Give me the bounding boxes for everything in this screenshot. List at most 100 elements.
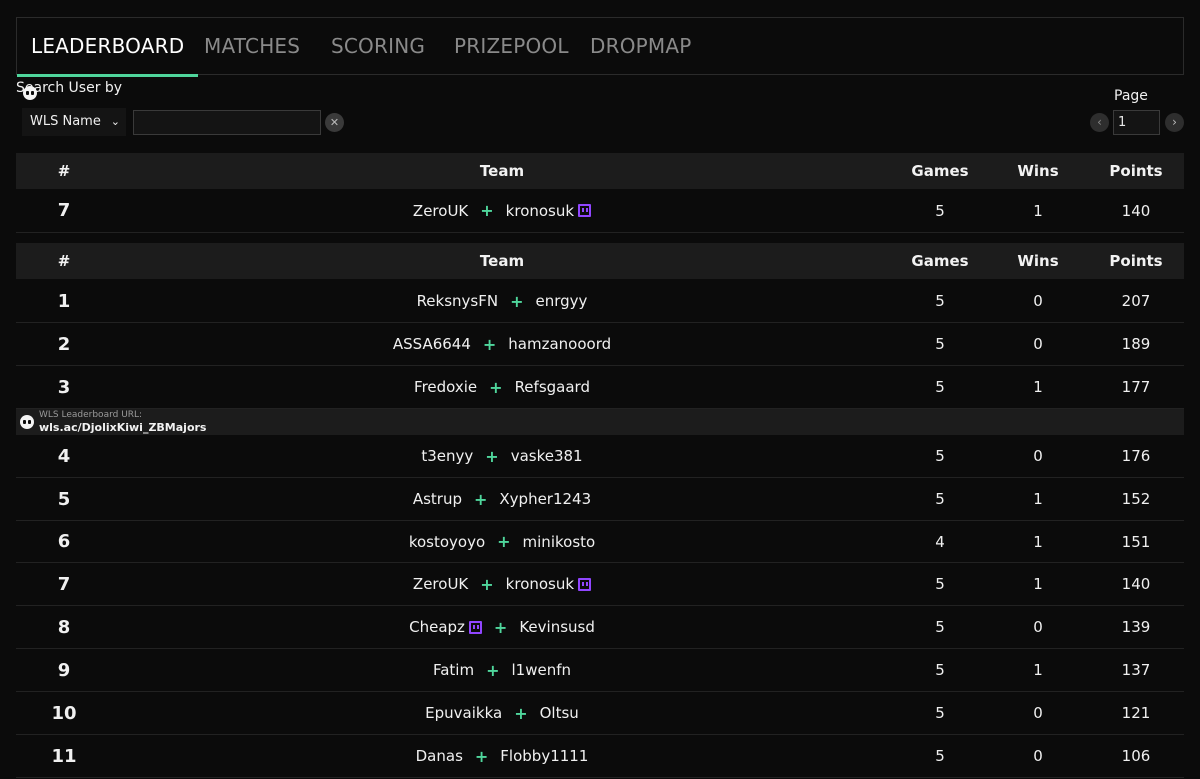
player-name[interactable]: l1wenfn xyxy=(512,661,572,679)
player-name[interactable]: ZeroUK xyxy=(413,575,468,593)
player-name[interactable]: Epuvaikka xyxy=(425,704,502,722)
wins-cell: 1 xyxy=(1033,575,1043,593)
plus-icon: + xyxy=(493,617,508,637)
table-row[interactable]: 11 Danas + Flobby1111 5 0 106 xyxy=(16,735,1184,778)
player-name[interactable]: ReksnysFN xyxy=(417,292,499,310)
rank-cell: 3 xyxy=(57,376,71,398)
rank-cell: 8 xyxy=(57,616,71,638)
wins-cell: 0 xyxy=(1033,704,1043,722)
player-name[interactable]: kronosuk xyxy=(506,575,574,593)
table-row[interactable]: 5 Astrup + Xypher1243 5 1 152 xyxy=(16,478,1184,521)
plus-icon: + xyxy=(473,489,488,509)
tab-matches[interactable]: MATCHES xyxy=(204,18,300,75)
player-name[interactable]: Refsgaard xyxy=(515,378,590,396)
table-row[interactable]: 7 ZeroUK + kronosuk 5 1 140 xyxy=(16,563,1184,606)
table-row[interactable]: 3 Fredoxie + Refsgaard 5 1 177 xyxy=(16,366,1184,409)
games-cell: 4 xyxy=(935,532,945,551)
points-cell: 121 xyxy=(1121,704,1151,722)
points-cell: 151 xyxy=(1121,532,1151,551)
header-team: Team xyxy=(479,162,525,180)
player-name[interactable]: enrgyy xyxy=(536,292,588,310)
tab-dropmap[interactable]: DROPMAP xyxy=(590,18,692,75)
games-cell: 5 xyxy=(935,575,945,593)
player-name[interactable]: ZeroUK xyxy=(413,202,468,220)
header-games: Games xyxy=(911,252,969,270)
player-name[interactable]: Danas xyxy=(416,747,463,765)
team-cell: t3enyy + vaske381 xyxy=(112,435,892,477)
player-name[interactable]: ASSA6644 xyxy=(393,335,471,353)
header-rank: # xyxy=(57,162,71,180)
table-row[interactable]: 6 kostoyoyo + minikosto 4 1 151 xyxy=(16,521,1184,563)
player-name[interactable]: hamzanooord xyxy=(508,335,611,353)
team-cell: Epuvaikka + Oltsu xyxy=(112,692,892,734)
table-row[interactable]: 1 ReksnysFN + enrgyy 5 0 207 xyxy=(16,280,1184,323)
table-row[interactable]: 7 ZeroUK + kronosuk 5 1 140 xyxy=(16,189,1184,233)
leaderboard-url-banner: WLS Leaderboard URL: wls.ac/DjolixKiwi_Z… xyxy=(16,409,1184,435)
clear-search-button[interactable]: ✕ xyxy=(325,113,344,132)
table-header: # Team Games Wins Points xyxy=(16,153,1184,189)
player-name[interactable]: kostoyoyo xyxy=(409,533,485,551)
wins-cell: 0 xyxy=(1033,447,1043,465)
points-cell: 140 xyxy=(1121,201,1151,220)
rank-cell: 11 xyxy=(51,745,77,767)
header-wins: Wins xyxy=(1017,162,1059,180)
games-cell: 5 xyxy=(935,490,945,508)
next-page-button[interactable]: › xyxy=(1165,113,1184,132)
points-cell: 207 xyxy=(1121,292,1151,310)
plus-icon: + xyxy=(474,746,489,766)
header-team: Team xyxy=(479,252,525,270)
tab-leaderboard[interactable]: LEADERBOARD xyxy=(16,18,199,77)
twitch-icon[interactable] xyxy=(578,204,592,217)
header-wins: Wins xyxy=(1017,252,1059,270)
player-name[interactable]: Fatim xyxy=(433,661,474,679)
search-mode-value: WLS Name xyxy=(30,114,101,129)
team-cell: Astrup + Xypher1243 xyxy=(112,478,892,520)
chevron-right-icon: › xyxy=(1172,115,1177,129)
wins-cell: 1 xyxy=(1033,532,1043,551)
games-cell: 5 xyxy=(935,378,945,396)
games-cell: 5 xyxy=(935,292,945,310)
player-name[interactable]: t3enyy xyxy=(421,447,473,465)
rank-cell: 10 xyxy=(51,702,77,724)
games-cell: 5 xyxy=(935,661,945,679)
table-row[interactable]: 9 Fatim + l1wenfn 5 1 137 xyxy=(16,649,1184,692)
player-name[interactable]: kronosuk xyxy=(506,202,574,220)
player-name[interactable]: Fredoxie xyxy=(414,378,477,396)
player-name[interactable]: Flobby1111 xyxy=(500,747,588,765)
twitch-icon[interactable] xyxy=(468,620,482,634)
header-games: Games xyxy=(911,162,969,180)
table-row[interactable]: 10 Epuvaikka + Oltsu 5 0 121 xyxy=(16,692,1184,735)
header-rank: # xyxy=(57,252,71,270)
rank-cell: 4 xyxy=(57,445,71,467)
player-name[interactable]: minikosto xyxy=(523,533,596,551)
player-name[interactable]: vaske381 xyxy=(511,447,583,465)
twitch-icon[interactable] xyxy=(578,577,592,591)
tab-prizepool[interactable]: PRIZEPOOL xyxy=(454,18,569,75)
prev-page-button[interactable]: ‹ xyxy=(1090,113,1109,132)
header-points: Points xyxy=(1109,252,1163,270)
page-number-input[interactable] xyxy=(1113,110,1160,135)
games-cell: 5 xyxy=(935,747,945,765)
points-cell: 139 xyxy=(1121,618,1151,636)
table-row[interactable]: 2 ASSA6644 + hamzanooord 5 0 189 xyxy=(16,323,1184,366)
player-name[interactable]: Astrup xyxy=(413,490,462,508)
rank-cell: 9 xyxy=(57,659,71,681)
games-cell: 5 xyxy=(935,618,945,636)
table-row[interactable]: 4 t3enyy + vaske381 5 0 176 xyxy=(16,435,1184,478)
search-mode-select[interactable]: WLS Name ⌄ xyxy=(22,108,126,136)
player-name[interactable]: Xypher1243 xyxy=(499,490,591,508)
leaderboard-url[interactable]: wls.ac/DjolixKiwi_ZBMajors xyxy=(39,421,206,434)
player-name[interactable]: Cheapz xyxy=(409,618,465,636)
table-row[interactable]: 8 Cheapz + Kevinsusd 5 0 139 xyxy=(16,606,1184,649)
games-cell: 5 xyxy=(935,335,945,353)
points-cell: 106 xyxy=(1121,747,1151,765)
plus-icon: + xyxy=(486,660,500,680)
games-cell: 5 xyxy=(935,201,945,220)
plus-icon: + xyxy=(514,703,528,723)
search-input[interactable] xyxy=(133,110,321,135)
wins-cell: 0 xyxy=(1033,747,1043,765)
tab-scoring[interactable]: SCORING xyxy=(331,18,425,75)
player-name[interactable]: Oltsu xyxy=(540,704,579,722)
player-name[interactable]: Kevinsusd xyxy=(519,618,595,636)
points-cell: 152 xyxy=(1121,490,1151,508)
